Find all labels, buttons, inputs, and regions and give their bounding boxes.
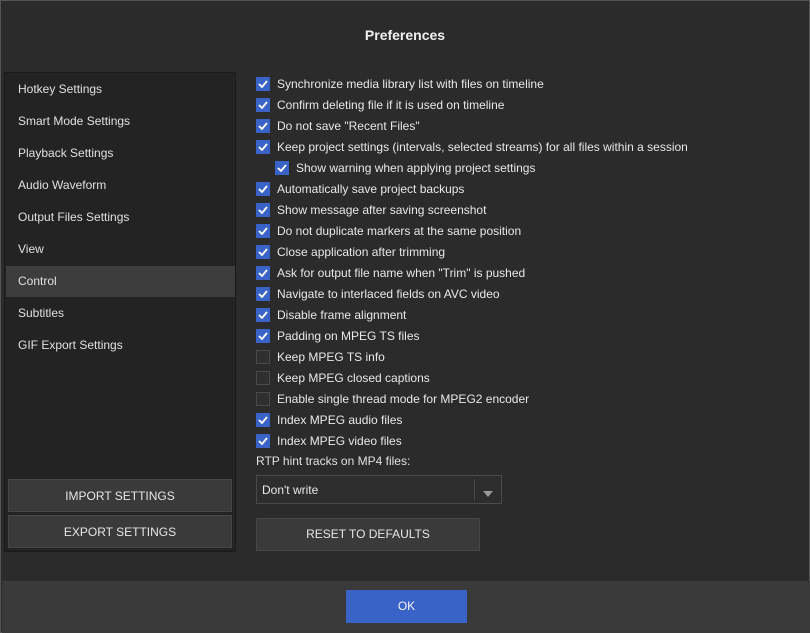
sidebar-item-gif-export-settings[interactable]: GIF Export Settings bbox=[6, 330, 235, 361]
option-label: Index MPEG video files bbox=[277, 434, 402, 448]
option-row[interactable]: Navigate to interlaced fields on AVC vid… bbox=[256, 286, 500, 302]
sidebar-item-playback-settings[interactable]: Playback Settings bbox=[6, 138, 235, 169]
rtp-hint-select[interactable]: Don't write bbox=[256, 475, 502, 504]
checkbox-checked[interactable] bbox=[256, 413, 270, 427]
option-row[interactable]: Keep project settings (intervals, select… bbox=[256, 139, 688, 155]
option-label: Do not duplicate markers at the same pos… bbox=[277, 224, 522, 238]
sidebar-item-subtitles[interactable]: Subtitles bbox=[6, 298, 235, 329]
option-label: Do not save "Recent Files" bbox=[277, 119, 420, 133]
preferences-window: Preferences Hotkey Settings Smart Mode S… bbox=[0, 0, 810, 633]
option-label: Navigate to interlaced fields on AVC vid… bbox=[277, 287, 500, 301]
checkbox-checked[interactable] bbox=[256, 140, 270, 154]
checkbox-checked[interactable] bbox=[256, 98, 270, 112]
option-row[interactable]: Do not save "Recent Files" bbox=[256, 118, 420, 134]
option-label: Synchronize media library list with file… bbox=[277, 77, 544, 91]
option-label: Show warning when applying project setti… bbox=[296, 161, 536, 175]
option-row[interactable]: Keep MPEG closed captions bbox=[256, 370, 430, 386]
reset-to-defaults-button[interactable]: RESET TO DEFAULTS bbox=[256, 518, 480, 551]
option-row[interactable]: Do not duplicate markers at the same pos… bbox=[256, 223, 521, 239]
option-row[interactable]: Confirm deleting file if it is used on t… bbox=[256, 97, 504, 113]
sidebar-item-audio-waveform[interactable]: Audio Waveform bbox=[6, 170, 235, 201]
option-row[interactable]: Show message after saving screenshot bbox=[256, 202, 486, 218]
option-row[interactable]: Ask for output file name when "Trim" is … bbox=[256, 265, 525, 281]
checkbox-checked[interactable] bbox=[256, 119, 270, 133]
checkbox-checked[interactable] bbox=[256, 329, 270, 343]
option-label: Enable single thread mode for MPEG2 enco… bbox=[277, 392, 530, 406]
rtp-label: RTP hint tracks on MP4 files: bbox=[256, 454, 411, 468]
option-label: Show message after saving screenshot bbox=[277, 203, 487, 217]
sidebar-item-smart-mode-settings[interactable]: Smart Mode Settings bbox=[6, 106, 235, 137]
sidebar-item-control[interactable]: Control bbox=[6, 266, 235, 297]
checkbox-checked[interactable] bbox=[256, 308, 270, 322]
checkbox-checked[interactable] bbox=[256, 182, 270, 196]
option-label: Ask for output file name when "Trim" is … bbox=[277, 266, 526, 280]
option-row[interactable]: Close application after trimming bbox=[256, 244, 445, 260]
sidebar-item-view[interactable]: View bbox=[6, 234, 235, 265]
chevron-down-icon[interactable] bbox=[483, 486, 493, 500]
import-settings-button[interactable]: IMPORT SETTINGS bbox=[8, 479, 232, 512]
checkbox-unchecked[interactable] bbox=[256, 392, 270, 406]
option-row[interactable]: Index MPEG video files bbox=[256, 433, 402, 449]
checkbox-checked[interactable] bbox=[256, 245, 270, 259]
checkbox-checked[interactable] bbox=[256, 203, 270, 217]
export-settings-button[interactable]: EXPORT SETTINGS bbox=[8, 515, 232, 548]
option-label: Keep MPEG closed captions bbox=[277, 371, 430, 385]
select-divider bbox=[474, 479, 475, 500]
option-row[interactable]: Synchronize media library list with file… bbox=[256, 76, 544, 92]
option-label: Padding on MPEG TS files bbox=[277, 329, 420, 343]
option-label: Keep MPEG TS info bbox=[277, 350, 385, 364]
sidebar-item-hotkey-settings[interactable]: Hotkey Settings bbox=[6, 74, 235, 105]
option-label: Keep project settings (intervals, select… bbox=[277, 140, 688, 154]
window-title: Preferences bbox=[364, 27, 446, 43]
option-label: Automatically save project backups bbox=[277, 182, 465, 196]
option-row[interactable]: Index MPEG audio files bbox=[256, 412, 402, 428]
option-row[interactable]: Show warning when applying project setti… bbox=[275, 160, 535, 176]
option-label: Confirm deleting file if it is used on t… bbox=[277, 98, 505, 112]
checkbox-unchecked[interactable] bbox=[256, 371, 270, 385]
option-row[interactable]: Keep MPEG TS info bbox=[256, 349, 385, 365]
sidebar-item-output-files-settings[interactable]: Output Files Settings bbox=[6, 202, 235, 233]
option-row[interactable]: Disable frame alignment bbox=[256, 307, 406, 323]
checkbox-checked[interactable] bbox=[256, 77, 270, 91]
checkbox-checked[interactable] bbox=[256, 434, 270, 448]
rtp-hint-selected-value: Don't write bbox=[262, 483, 319, 497]
checkbox-checked[interactable] bbox=[256, 224, 270, 238]
option-label: Close application after trimming bbox=[277, 245, 446, 259]
option-label: Disable frame alignment bbox=[277, 308, 407, 322]
checkbox-unchecked[interactable] bbox=[256, 350, 270, 364]
ok-button[interactable]: OK bbox=[346, 590, 467, 623]
option-label: Index MPEG audio files bbox=[277, 413, 403, 427]
sidebar: Hotkey Settings Smart Mode Settings Play… bbox=[4, 72, 236, 552]
checkbox-checked[interactable] bbox=[256, 266, 270, 280]
option-row[interactable]: Padding on MPEG TS files bbox=[256, 328, 420, 344]
option-row[interactable]: Enable single thread mode for MPEG2 enco… bbox=[256, 391, 529, 407]
dialog-footer: OK bbox=[2, 581, 810, 633]
checkbox-checked[interactable] bbox=[275, 161, 289, 175]
checkbox-checked[interactable] bbox=[256, 287, 270, 301]
option-row[interactable]: Automatically save project backups bbox=[256, 181, 464, 197]
